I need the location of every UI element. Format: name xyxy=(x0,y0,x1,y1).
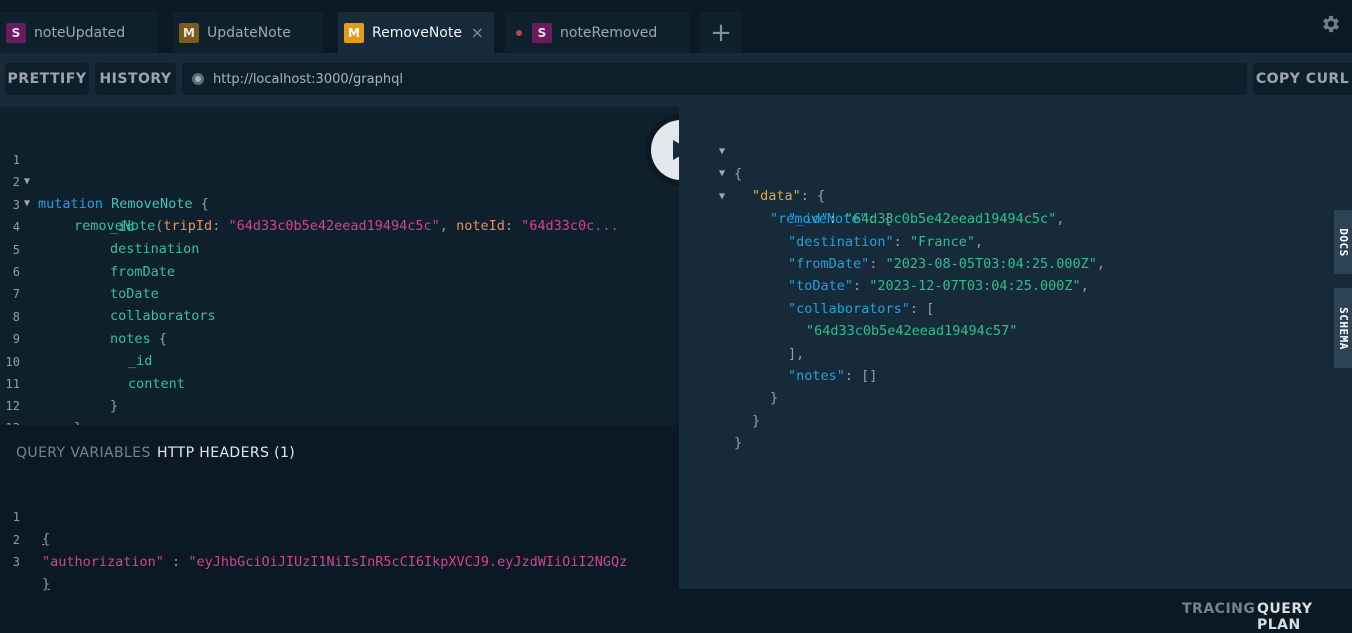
copy-curl-button[interactable]: COPY CURL xyxy=(1253,63,1352,95)
editor-line: 11 } xyxy=(5,377,119,414)
connection-status-icon xyxy=(192,73,204,85)
result-line: ▼ { xyxy=(679,119,742,182)
tab-label: noteRemoved xyxy=(560,24,658,41)
result-line: "destination": "France", xyxy=(788,234,984,250)
tab-label: noteUpdated xyxy=(34,24,126,41)
headers-line[interactable]: 1 { xyxy=(0,484,679,547)
editor-line: 2 ▼ removeNote(tripId: "64d33c0b5e42eead… xyxy=(12,175,619,234)
tab-bar: S noteUpdated M UpdateNote M RemoveNote … xyxy=(0,0,1352,53)
result-line: "fromDate": "2023-08-05T03:04:25.000Z", xyxy=(788,256,1106,272)
close-icon[interactable]: × xyxy=(471,23,484,42)
result-line: "64d33c0b5e42eead19494c57" xyxy=(806,323,1018,339)
editor-line: 12 } xyxy=(5,399,83,425)
tab-update-note[interactable]: M UpdateNote xyxy=(173,12,323,53)
result-line: "notes": [] xyxy=(788,368,878,384)
mutation-badge: M xyxy=(344,22,364,43)
editor-line: 7 collaborators xyxy=(12,287,216,324)
result-line: "collaborators": [ xyxy=(788,301,935,317)
editor-line: 5 fromDate xyxy=(12,243,176,280)
tab-note-removed[interactable]: S noteRemoved xyxy=(505,12,690,53)
prettify-button[interactable]: PRETTIFY xyxy=(5,63,89,95)
editor-line: 13 } xyxy=(0,395,679,425)
query-plan-tab[interactable]: QUERY PLAN xyxy=(1257,601,1352,633)
mutation-badge: M xyxy=(179,22,199,43)
endpoint-url-input[interactable]: http://localhost:3000/graphql xyxy=(182,63,1247,95)
editor-line: 1 ▼ mutation RemoveNote { xyxy=(12,153,209,212)
editor-line: 3 _id xyxy=(12,198,135,235)
editor-line: 6 toDate xyxy=(12,265,159,302)
tracing-tab[interactable]: TRACING xyxy=(1182,601,1255,617)
unsaved-dot-icon xyxy=(516,29,522,36)
headers-line[interactable]: 3 } xyxy=(0,529,679,592)
toolbar: PRETTIFY HISTORY http://localhost:3000/g… xyxy=(0,53,1352,107)
history-button[interactable]: HISTORY xyxy=(95,63,176,95)
docs-tab[interactable]: DOCS xyxy=(1334,210,1352,274)
variables-panel: QUERY VARIABLES HTTP HEADERS (1) 1 { 2 "… xyxy=(0,425,679,632)
schema-tab[interactable]: SCHEMA xyxy=(1334,288,1352,368)
result-panel: ▼ { ▼ "data": { ▼ "removeNote": { "_id":… xyxy=(679,107,1352,589)
result-line: "_id": "64d33c0b5e42eead19494c5c", xyxy=(788,211,1065,227)
tab-remove-note[interactable]: M RemoveNote × xyxy=(338,12,494,53)
editor-line: 9 _id xyxy=(12,332,153,369)
result-footer: TRACING QUERY PLAN xyxy=(679,589,1352,633)
result-line: "toDate": "2023-12-07T03:04:25.000Z", xyxy=(788,278,1089,294)
tab-http-headers[interactable]: HTTP HEADERS (1) xyxy=(157,445,295,461)
result-line: } xyxy=(734,435,743,451)
headers-line[interactable]: 2 "authorization" : "eyJhbGciOiJIUzI1NiI… xyxy=(0,507,679,570)
editor-line: 10 content xyxy=(5,355,185,392)
query-editor[interactable]: 1 ▼ mutation RemoveNote { 2 ▼ removeNote… xyxy=(0,107,679,425)
fold-arrow-icon[interactable]: ▼ xyxy=(719,141,725,163)
subscription-badge: S xyxy=(6,22,26,43)
editor-line: 8 notes { xyxy=(12,310,167,347)
tab-label: RemoveNote xyxy=(372,24,462,41)
result-line: } xyxy=(770,390,779,406)
result-line: } xyxy=(752,413,761,429)
result-line: ], xyxy=(788,346,805,362)
tab-label: UpdateNote xyxy=(207,24,291,41)
subscription-badge: S xyxy=(532,22,552,43)
gear-icon[interactable] xyxy=(1320,13,1342,35)
add-tab-button[interactable]: + xyxy=(700,12,742,53)
editor-line: 4 destination xyxy=(12,220,200,257)
tab-note-updated[interactable]: S noteUpdated xyxy=(0,12,158,53)
result-line: ▼ "data": { xyxy=(679,141,825,204)
fold-arrow-icon[interactable]: ▼ xyxy=(719,163,725,185)
tab-query-variables[interactable]: QUERY VARIABLES xyxy=(16,445,151,461)
result-line: ▼ "removeNote": { xyxy=(679,164,892,227)
fold-arrow-icon[interactable]: ▼ xyxy=(719,186,725,208)
endpoint-url-text: http://localhost:3000/graphql xyxy=(213,71,403,87)
